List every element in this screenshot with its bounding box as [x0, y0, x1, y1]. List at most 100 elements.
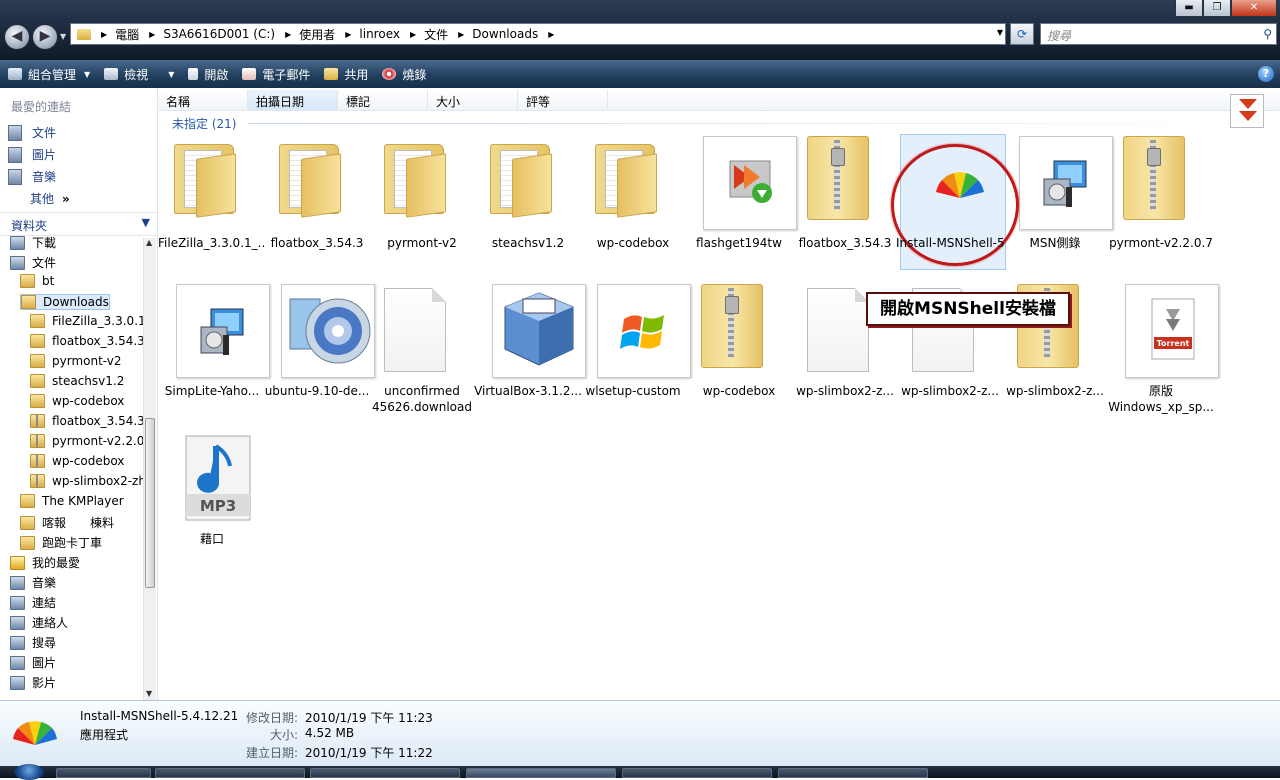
open-label: 開啟 — [204, 67, 229, 82]
taskbar-button[interactable] — [155, 768, 305, 778]
folder-tree-item[interactable]: 連結 — [10, 594, 56, 611]
folder-tree-item[interactable]: wp-codebox — [30, 394, 124, 408]
scroll-up-icon[interactable]: ▲ — [146, 238, 152, 247]
scrollbar-thumb[interactable] — [145, 418, 155, 588]
taskbar-button[interactable] — [56, 768, 151, 778]
address-dropdown-icon[interactable]: ▼ — [997, 28, 1003, 37]
folder-tree-item[interactable]: The KMPlayer — [20, 494, 124, 508]
virtualbox-icon — [492, 284, 586, 378]
breadcrumb-separator-icon[interactable]: ▶ — [285, 30, 291, 39]
window-titlebar: ▬ ❐ ✕ ◀ ▶ ▼ ▶ 電腦 ▶ S3A6616D001 (C:) ▶ 使用者 ▶ lin… — [0, 0, 1280, 60]
breadcrumb-item[interactable]: 文件 — [424, 26, 448, 43]
search-icon[interactable]: ⚲ — [1263, 27, 1272, 41]
folder-tree-item[interactable]: FileZilla_3.3.0.1_ — [30, 314, 152, 328]
folder-tree-item[interactable]: steachsv1.2 — [30, 374, 124, 388]
file-item[interactable]: wp-codebox — [583, 136, 683, 276]
file-item[interactable]: wlsetup-custom — [583, 284, 691, 424]
address-bar[interactable]: ▶ 電腦 ▶ S3A6616D001 (C:) ▶ 使用者 ▶ linroex ▶ 文件 ▶ Down… — [70, 23, 1006, 45]
file-item[interactable]: Torrent 原版 Windows_xp_sp... — [1108, 284, 1219, 424]
burn-button[interactable]: 燒錄 — [382, 66, 426, 83]
forward-button[interactable]: ▶ — [32, 24, 58, 50]
taskbar-button[interactable] — [778, 768, 928, 778]
open-button[interactable]: 開啟 — [188, 66, 228, 83]
tree-scrollbar[interactable]: ▲ ▼ — [143, 238, 156, 700]
column-header[interactable]: 大小 — [428, 90, 518, 110]
view-toggle-icon[interactable] — [1230, 94, 1264, 128]
taskbar-button-active[interactable] — [466, 768, 616, 778]
folder-tree-item[interactable]: 連絡人 — [10, 614, 68, 631]
views-button[interactable]: 檢視 ▼ — [104, 66, 174, 83]
breadcrumb-separator-icon[interactable]: ▶ — [458, 30, 464, 39]
folder-tree-item[interactable]: 影片 — [10, 674, 56, 691]
folder-tree-item[interactable]: 我的最愛 — [10, 554, 80, 571]
maximize-button[interactable]: ❐ — [1203, 0, 1231, 17]
breadcrumb-separator-icon[interactable]: ▶ — [345, 30, 351, 39]
file-item[interactable]: MSN側錄 — [1005, 136, 1113, 276]
folder-tree-item[interactable]: 跑跑卡丁車 — [20, 534, 102, 551]
file-item[interactable]: unconfirmed 45626.download — [372, 284, 472, 424]
breadcrumb-item[interactable]: 使用者 — [299, 26, 335, 43]
folder-tree-item[interactable]: 喀報 棟料 — [20, 514, 114, 531]
folder-tree-item[interactable]: floatbox_3.54.3 — [30, 414, 145, 428]
close-button[interactable]: ✕ — [1231, 0, 1277, 17]
library-icon — [10, 255, 25, 270]
share-button[interactable]: 共用 — [324, 66, 368, 83]
breadcrumb-item[interactable]: linroex — [359, 27, 400, 41]
breadcrumb-item[interactable]: Downloads — [472, 27, 538, 41]
recent-pages-dropdown[interactable]: ▼ — [60, 32, 66, 41]
folder-tree-item[interactable]: 文件 — [10, 254, 56, 271]
folder-tree-item[interactable]: floatbox_3.54.3 — [30, 334, 145, 348]
scroll-down-icon[interactable]: ▼ — [146, 689, 152, 698]
favorite-link-pictures[interactable]: 圖片 — [8, 146, 56, 163]
folder-icon — [30, 374, 45, 388]
file-item[interactable]: pyrmont-v2.2.0.7 — [1109, 136, 1213, 276]
file-item[interactable]: FileZilla_3.3.0.1_... — [158, 136, 266, 276]
folders-header[interactable]: 資料夾 ▼ — [0, 212, 156, 236]
folder-tree-item[interactable]: 音樂 — [10, 574, 56, 591]
folder-tree-item[interactable]: wp-codebox — [30, 454, 124, 468]
file-item[interactable]: ubuntu-9.10-de... — [265, 284, 375, 424]
folder-tree-item-selected[interactable]: Downloads — [20, 294, 110, 310]
search-input[interactable]: 搜尋 ⚲ — [1040, 23, 1277, 45]
column-header[interactable]: 名稱 — [158, 90, 248, 110]
file-item[interactable]: wp-codebox — [689, 284, 789, 424]
breadcrumb-item[interactable]: S3A6616D001 (C:) — [163, 27, 275, 41]
folder-tree-item[interactable]: wp-slimbox2-zh — [30, 474, 146, 488]
folder-tree-item[interactable]: pyrmont-v2 — [30, 354, 122, 368]
file-item[interactable]: floatbox_3.54.3 — [267, 136, 367, 276]
breadcrumb-item[interactable]: 電腦 — [115, 26, 139, 43]
minimize-button[interactable]: ▬ — [1175, 0, 1203, 17]
column-header[interactable]: 拍攝日期 — [248, 90, 338, 110]
column-header[interactable]: 標記 — [338, 90, 428, 110]
favorite-links-more[interactable]: 其他 » — [30, 190, 70, 207]
file-item[interactable]: VirtualBox-3.1.2... — [474, 284, 586, 424]
file-item[interactable]: MP3 藉口 — [162, 432, 262, 572]
breadcrumb-separator-icon[interactable]: ▶ — [548, 30, 554, 39]
taskbar-button[interactable] — [310, 768, 460, 778]
file-name: MSN側錄 — [1029, 236, 1081, 250]
folder-tree-item[interactable]: 下載 — [10, 234, 56, 251]
taskbar-button[interactable] — [622, 768, 772, 778]
breadcrumb-separator-icon[interactable]: ▶ — [149, 30, 155, 39]
back-button[interactable]: ◀ — [4, 24, 30, 50]
file-item[interactable]: floatbox_3.54.3 — [795, 136, 895, 276]
help-icon[interactable]: ? — [1258, 66, 1274, 82]
folder-tree-item[interactable]: bt — [20, 274, 54, 288]
window-controls: ▬ ❐ ✕ — [1175, 0, 1277, 17]
group-header[interactable]: 未指定 (21) — [172, 115, 236, 132]
favorite-link-documents[interactable]: 文件 — [8, 124, 56, 141]
folder-tree-item[interactable]: 搜尋 — [10, 634, 56, 651]
folder-tree-item[interactable]: pyrmont-v2.2.0 — [30, 434, 144, 448]
email-button[interactable]: 電子郵件 — [242, 66, 310, 83]
file-item[interactable]: steachsv1.2 — [478, 136, 578, 276]
organize-button[interactable]: 組合管理 ▼ — [8, 66, 90, 83]
refresh-button[interactable]: ⟳ — [1010, 23, 1034, 45]
breadcrumb-separator-icon[interactable]: ▶ — [410, 30, 416, 39]
file-item[interactable]: SimpLite-Yaho... — [162, 284, 270, 424]
file-item[interactable]: pyrmont-v2 — [372, 136, 472, 276]
column-header[interactable]: 評等 — [518, 90, 608, 110]
file-item[interactable]: flashget194tw — [689, 136, 797, 276]
folder-tree-item[interactable]: 圖片 — [10, 654, 56, 671]
breadcrumb-separator-icon[interactable]: ▶ — [101, 30, 107, 39]
favorite-link-music[interactable]: 音樂 — [8, 168, 56, 185]
